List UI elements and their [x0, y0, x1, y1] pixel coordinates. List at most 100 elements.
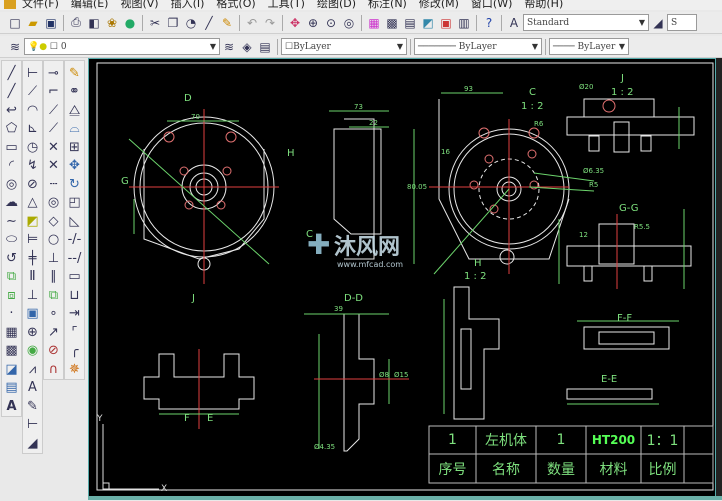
snap-endpoint-icon[interactable]: ⟋ — [46, 101, 62, 120]
snap-extension-icon[interactable]: ┄ — [46, 175, 62, 194]
mirror-icon[interactable]: ⧋ — [67, 101, 83, 120]
snap-parallel-icon[interactable]: ∥ — [46, 268, 62, 287]
diameter-icon[interactable]: ⊘ — [25, 175, 41, 194]
polygon-icon[interactable]: ⬠ — [4, 120, 20, 139]
pan-icon[interactable]: ✥ — [287, 15, 303, 31]
layer-select[interactable]: 💡● ☐ 0 ▼ — [24, 38, 220, 55]
join-icon[interactable]: ⇥ — [67, 305, 83, 324]
sheet-set-icon[interactable]: ◩ — [420, 15, 436, 31]
erase-icon[interactable]: ✎ — [67, 64, 83, 83]
dim-edit-icon[interactable]: A — [25, 379, 41, 398]
snap-perpendicular-icon[interactable]: ⊥ — [46, 249, 62, 268]
break-at-point-icon[interactable]: ▭ — [67, 268, 83, 287]
copy-object-icon[interactable]: ⚭ — [67, 83, 83, 102]
arc-icon[interactable]: ◜ — [4, 157, 20, 176]
hatch-icon[interactable]: ▦ — [4, 323, 20, 342]
paste-icon[interactable]: ◔ — [183, 15, 199, 31]
quick-dim-icon[interactable]: ◩ — [25, 212, 41, 231]
continue-icon[interactable]: ╪ — [25, 249, 41, 268]
jogged-icon[interactable]: ↯ — [25, 157, 41, 176]
menu-view[interactable]: 视图(V) — [120, 0, 158, 11]
snap-quadrant-icon[interactable]: ◇ — [46, 212, 62, 231]
center-mark-icon[interactable]: ⊕ — [25, 323, 41, 342]
snap-from-icon[interactable]: ⌐ — [46, 83, 62, 102]
move-icon[interactable]: ✥ — [67, 157, 83, 176]
arc-length-icon[interactable]: ◠ — [25, 101, 41, 120]
radius-icon[interactable]: ◷ — [25, 138, 41, 157]
snap-center-icon[interactable]: ◎ — [46, 194, 62, 213]
point-icon[interactable]: · — [4, 305, 20, 324]
dim-update-icon[interactable]: ⊢ — [25, 416, 41, 435]
circle-icon[interactable]: ◎ — [4, 175, 20, 194]
ordinate-icon[interactable]: ⊾ — [25, 120, 41, 139]
menu-window[interactable]: 窗口(W) — [471, 0, 512, 11]
multiline-text-icon[interactable]: A — [4, 397, 20, 416]
polyline-icon[interactable]: ↩ — [4, 101, 20, 120]
cut-icon[interactable]: ✂ — [147, 15, 163, 31]
open-icon[interactable]: ▰ — [25, 15, 41, 31]
scale-icon[interactable]: ◰ — [67, 194, 83, 213]
baseline-icon[interactable]: ⊨ — [25, 231, 41, 250]
break-icon[interactable]: ⊔ — [67, 286, 83, 305]
new-icon[interactable]: □ — [7, 15, 23, 31]
dim-style-select[interactable]: S — [667, 14, 697, 31]
design-center-icon[interactable]: ▩ — [384, 15, 400, 31]
menu-dimension[interactable]: 标注(N) — [368, 0, 407, 11]
dim-text-edit-icon[interactable]: ✎ — [25, 397, 41, 416]
help-icon[interactable]: ? — [481, 15, 497, 31]
text-style-icon[interactable]: A — [506, 15, 522, 31]
explode-icon[interactable]: ✵ — [67, 360, 83, 379]
zoom-previous-icon[interactable]: ◎ — [341, 15, 357, 31]
rotate-icon[interactable]: ↻ — [67, 175, 83, 194]
tolerance-icon[interactable]: ▣ — [25, 305, 41, 324]
make-current-icon[interactable]: ≋ — [221, 39, 237, 55]
offset-icon[interactable]: ⌓ — [67, 120, 83, 139]
snap-settings-icon[interactable]: ∩ — [46, 360, 62, 379]
save-icon[interactable]: ▣ — [43, 15, 59, 31]
snap-tangent-icon[interactable]: ○ — [46, 231, 62, 250]
revision-cloud-icon[interactable]: ☁ — [4, 194, 20, 213]
trim-icon[interactable]: -/- — [67, 231, 83, 250]
dim-style-icon-left[interactable]: ◢ — [25, 434, 41, 453]
snap-node-icon[interactable]: ∘ — [46, 305, 62, 324]
publish-icon[interactable]: ❀ — [104, 15, 120, 31]
make-block-icon[interactable]: ⧈ — [4, 286, 20, 305]
extend-icon[interactable]: --/ — [67, 249, 83, 268]
snap-intersection-icon[interactable]: ✕ — [46, 138, 62, 157]
temp-track-icon[interactable]: ⊸ — [46, 64, 62, 83]
menu-tools[interactable]: 工具(T) — [268, 0, 305, 11]
stretch-icon[interactable]: ◺ — [67, 212, 83, 231]
menu-format[interactable]: 格式(O) — [216, 0, 255, 11]
text-style-select[interactable]: Standard ▼ — [523, 14, 649, 31]
snap-midpoint-icon[interactable]: ⟋ — [46, 120, 62, 139]
match-properties-icon[interactable]: ╱ — [201, 15, 217, 31]
calculator-icon[interactable]: ▥ — [456, 15, 472, 31]
redo-icon[interactable]: ↷ — [262, 15, 278, 31]
layer-states-icon[interactable]: ▤ — [257, 39, 273, 55]
undo-icon[interactable]: ↶ — [244, 15, 260, 31]
jogged-linear-icon[interactable]: ⩘ — [25, 360, 41, 379]
zoom-window-icon[interactable]: ⊙ — [323, 15, 339, 31]
array-icon[interactable]: ⊞ — [67, 138, 83, 157]
markup-icon[interactable]: ▣ — [438, 15, 454, 31]
preview-icon[interactable]: ◧ — [86, 15, 102, 31]
construction-line-icon[interactable]: ╱ — [4, 83, 20, 102]
gradient-icon[interactable]: ▩ — [4, 342, 20, 361]
dim-space-icon[interactable]: Ⅱ — [25, 268, 41, 287]
line-icon[interactable]: ╱ — [4, 64, 20, 83]
properties-icon[interactable]: ▦ — [366, 15, 382, 31]
snap-insert-icon[interactable]: ⧉ — [46, 286, 62, 305]
insert-block-icon[interactable]: ⧉ — [4, 268, 20, 287]
table-icon[interactable]: ▤ — [4, 379, 20, 398]
spline-icon[interactable]: ∼ — [4, 212, 20, 231]
chamfer-icon[interactable]: ⌜ — [67, 323, 83, 342]
menu-file[interactable]: 文件(F) — [22, 0, 59, 11]
ellipse-arc-icon[interactable]: ↺ — [4, 249, 20, 268]
aligned-dim-icon[interactable]: ⟋ — [25, 83, 41, 102]
dim-style-icon[interactable]: ◢ — [650, 15, 666, 31]
region-icon[interactable]: ◪ — [4, 360, 20, 379]
angular-icon[interactable]: △ — [25, 194, 41, 213]
menu-insert[interactable]: 插入(I) — [171, 0, 205, 11]
drawing-canvas[interactable]: D C 1 : 2 J 1 : 2 G-G H 1 : 2 D-D F-F E-… — [88, 58, 716, 497]
copy-icon[interactable]: ❐ — [165, 15, 181, 31]
